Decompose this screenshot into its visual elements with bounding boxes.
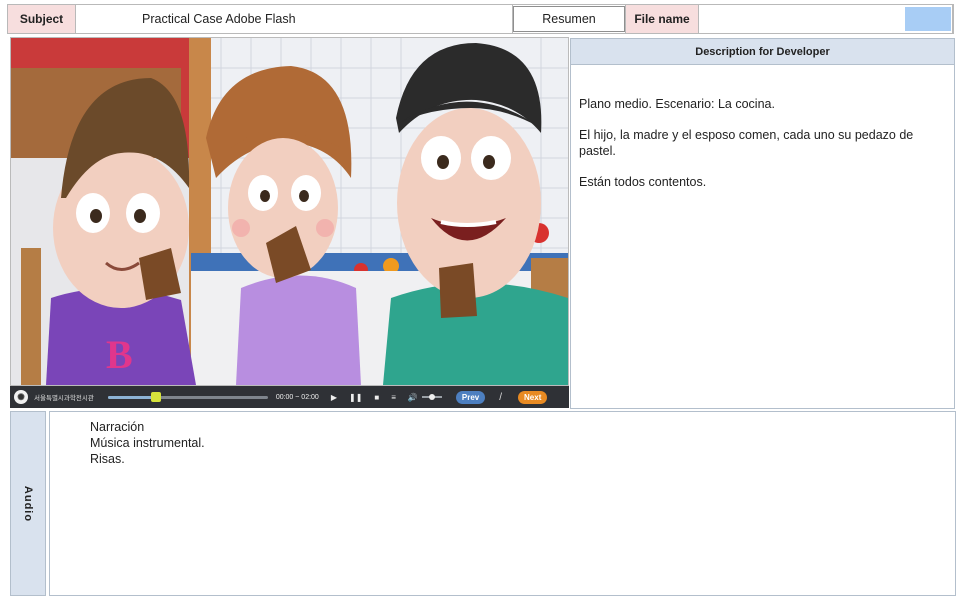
time-display: 00:00 ~ 02:00 <box>275 393 319 401</box>
progress-handle[interactable] <box>150 391 161 402</box>
separator-slash: / <box>499 391 503 403</box>
audio-line: Música instrumental. <box>90 436 205 450</box>
org-logo-icon: ✺ <box>14 390 28 404</box>
audio-label-box: Audio <box>10 411 46 596</box>
volume-icon[interactable]: 🔊 <box>408 393 418 402</box>
next-button[interactable]: Next <box>518 390 548 404</box>
header-bar: Subject Practical Case Adobe Flash Resum… <box>7 4 954 34</box>
volume-slider[interactable] <box>421 394 442 400</box>
audio-label: Audio <box>22 485 34 522</box>
stop-icon[interactable]: ■ <box>374 393 379 402</box>
filename-label: File name <box>625 5 699 33</box>
audio-body: Narración Música instrumental. Risas. <box>49 411 956 596</box>
volume-handle[interactable] <box>428 394 435 400</box>
description-body: Plano medio. Escenario: La cocina. El hi… <box>570 64 955 409</box>
audio-line: Risas. <box>90 452 125 466</box>
video-player-bar: ✺ 서울특별시과학전시관 00:00 ~ 02:00 ▶ ❚❚ ■ ≡ 🔊 Pr… <box>10 386 569 408</box>
org-name: 서울특별시과학전시관 <box>34 395 94 402</box>
pause-icon[interactable]: ❚❚ <box>349 393 362 402</box>
description-paragraph: El hijo, la madre y el esposo comen, cad… <box>579 128 914 158</box>
list-icon[interactable]: ≡ <box>391 393 396 402</box>
description-title: Description for Developer <box>570 38 955 65</box>
description-paragraph: Están todos contentos. <box>579 175 707 189</box>
subject-value: Practical Case Adobe Flash <box>76 5 513 33</box>
progress-fill <box>107 395 156 399</box>
scene-image: B <box>10 37 569 386</box>
play-icon[interactable]: ▶ <box>331 393 337 402</box>
description-paragraph: Plano medio. Escenario: La cocina. <box>579 97 775 111</box>
progress-track[interactable] <box>107 391 268 402</box>
prev-button[interactable]: Prev <box>455 390 486 404</box>
svg-text:B: B <box>106 332 133 377</box>
audio-line: Narración <box>90 420 145 434</box>
color-swatch <box>905 7 951 31</box>
subject-label: Subject <box>8 5 76 33</box>
resumen-box: Resumen <box>513 6 625 32</box>
